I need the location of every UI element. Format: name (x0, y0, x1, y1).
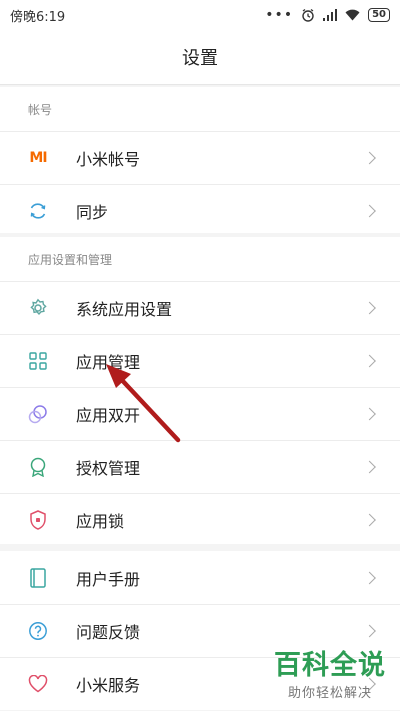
wifi-icon (345, 9, 360, 21)
settings-item-label: 用户手册 (76, 569, 141, 589)
settings-item-user-manual[interactable]: 用户手册 (0, 551, 400, 604)
settings-item-mi-account[interactable]: MI 小米帐号 (0, 131, 400, 184)
page-title: 设置 (182, 48, 218, 69)
signal-icon (323, 9, 338, 21)
shield-lock-icon (28, 510, 48, 530)
settings-item-label: 授权管理 (76, 459, 141, 478)
chevron-right-icon (363, 571, 376, 584)
grid-icon (28, 351, 48, 371)
chevron-right-icon (363, 354, 376, 368)
settings-item-label: 系统应用设置 (76, 300, 173, 319)
settings-item-app-management[interactable]: 应用管理 (0, 334, 400, 387)
settings-item-sync[interactable]: 同步 (0, 184, 400, 237)
section-app-settings: 应用设置和管理 系统应用设置 应用管理 应用双开 授权管理 应用锁 (0, 237, 400, 546)
section-account: 帐号 MI 小米帐号 同步 (0, 87, 400, 237)
book-icon (28, 567, 48, 588)
dots-icon: ••• (265, 7, 294, 23)
status-icons: ••• 50 (265, 7, 390, 23)
dual-circle-icon (28, 404, 48, 424)
gear-icon (28, 298, 48, 318)
settings-item-label: 同步 (76, 203, 109, 222)
settings-item-label: 问题反馈 (76, 623, 141, 642)
battery-icon: 50 (368, 8, 390, 22)
chevron-right-icon (363, 151, 376, 165)
alarm-icon (302, 8, 314, 22)
settings-item-label: 小米帐号 (76, 150, 141, 169)
status-time: 傍晚6:19 (10, 9, 66, 25)
chevron-right-icon (363, 624, 376, 638)
watermark-title: 百科全说 (274, 650, 386, 681)
settings-item-label: 小米服务 (76, 676, 141, 695)
chevron-right-icon (363, 513, 376, 527)
heart-icon (28, 674, 48, 694)
badge-icon (28, 457, 48, 477)
settings-item-label: 应用双开 (76, 406, 141, 425)
question-icon (28, 621, 48, 641)
chevron-right-icon (363, 407, 376, 421)
settings-item-system-apps[interactable]: 系统应用设置 (0, 281, 400, 334)
watermark-logo: 百科全说 助你轻松解决 (274, 650, 386, 701)
settings-item-label: 应用管理 (76, 353, 141, 372)
chevron-right-icon (363, 460, 376, 474)
status-bar: 傍晚6:19 ••• 50 (0, 0, 400, 30)
page-title-bar: 设置 (0, 30, 400, 85)
settings-item-label: 应用锁 (76, 512, 125, 531)
settings-item-dual-apps[interactable]: 应用双开 (0, 387, 400, 440)
settings-item-permissions[interactable]: 授权管理 (0, 440, 400, 493)
chevron-right-icon (363, 204, 376, 218)
watermark-subtitle: 助你轻松解决 (287, 686, 372, 701)
chevron-right-icon (363, 301, 376, 315)
section-header-app-settings: 应用设置和管理 (28, 252, 113, 267)
mi-logo-icon: MI (29, 150, 47, 166)
settings-item-app-lock[interactable]: 应用锁 (0, 493, 400, 546)
section-header-account: 帐号 (28, 102, 53, 117)
sync-icon (28, 201, 48, 221)
